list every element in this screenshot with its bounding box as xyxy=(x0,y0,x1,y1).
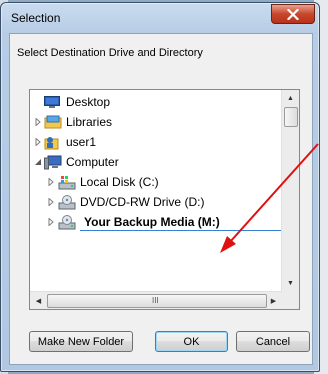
horizontal-scrollbar[interactable]: ◀ III ▶ xyxy=(30,291,282,309)
expand-arrow-icon[interactable] xyxy=(46,177,56,187)
tree-item-label: Libraries xyxy=(66,115,113,129)
desktop-icon xyxy=(44,94,62,110)
cancel-button[interactable]: Cancel xyxy=(236,331,310,352)
scrollbar-corner xyxy=(282,292,299,309)
tree-item-user1[interactable]: user1 xyxy=(33,132,96,152)
close-icon xyxy=(287,8,299,20)
dvd-drive-icon xyxy=(58,194,76,210)
scroll-down-arrow-icon[interactable]: ▼ xyxy=(282,275,299,292)
folder-tree[interactable]: Desktop Libraries user1 Computer Local D… xyxy=(29,89,300,310)
scroll-left-arrow-icon[interactable]: ◀ xyxy=(30,292,47,309)
user-folder-icon xyxy=(44,134,62,150)
dialog-prompt: Select Destination Drive and Directory xyxy=(17,47,203,59)
tree-item-dvd-drive-d[interactable]: DVD/CD-RW Drive (D:) xyxy=(46,192,204,212)
scroll-up-arrow-icon[interactable]: ▲ xyxy=(282,90,299,107)
dialog-title: Selection xyxy=(11,11,61,25)
selection-dialog: Selection Select Destination Drive and D… xyxy=(0,2,320,372)
local-disk-icon xyxy=(58,174,76,190)
vertical-scrollbar[interactable]: ▲ ▼ xyxy=(281,90,299,292)
tree-item-desktop[interactable]: Desktop xyxy=(44,92,110,112)
tree-item-label-selected[interactable]: Your Backup Media (M:) xyxy=(80,214,284,231)
scroll-grip-icon: III xyxy=(152,296,159,305)
expand-arrow-icon[interactable] xyxy=(46,197,56,207)
title-bar[interactable]: Selection xyxy=(1,3,319,33)
tree-item-libraries[interactable]: Libraries xyxy=(33,112,112,132)
removable-drive-icon xyxy=(58,214,76,230)
vertical-scroll-thumb[interactable] xyxy=(284,107,298,127)
tree-item-computer[interactable]: Computer xyxy=(33,152,119,172)
libraries-icon xyxy=(44,114,62,130)
close-button[interactable] xyxy=(271,4,315,24)
tree-item-backup-media-m[interactable]: Your Backup Media (M:) xyxy=(46,212,284,232)
make-new-folder-button[interactable]: Make New Folder xyxy=(29,331,133,352)
collapse-arrow-icon[interactable] xyxy=(33,157,43,167)
horizontal-scroll-thumb[interactable]: III xyxy=(47,294,267,308)
expand-arrow-icon[interactable] xyxy=(46,217,56,227)
ok-button[interactable]: OK xyxy=(155,331,228,352)
tree-item-label: user1 xyxy=(66,135,97,149)
tree-item-label: DVD/CD-RW Drive (D:) xyxy=(80,195,205,209)
expand-arrow-icon[interactable] xyxy=(33,137,43,147)
tree-item-local-disk-c[interactable]: Local Disk (C:) xyxy=(46,172,159,192)
computer-icon xyxy=(44,154,62,170)
expand-arrow-icon[interactable] xyxy=(33,117,43,127)
scroll-right-arrow-icon[interactable]: ▶ xyxy=(265,292,282,309)
tree-item-label: Computer xyxy=(66,155,119,169)
tree-item-label: Desktop xyxy=(66,95,111,109)
tree-item-label: Local Disk (C:) xyxy=(80,175,159,189)
dialog-body: Select Destination Drive and Directory D… xyxy=(9,33,313,365)
